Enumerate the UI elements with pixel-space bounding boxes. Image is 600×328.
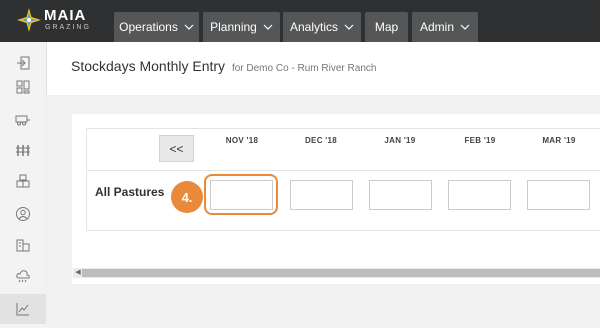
chart-icon[interactable] [0, 294, 46, 324]
buildings-icon[interactable] [0, 230, 46, 260]
chevron-down-icon [184, 24, 194, 30]
tab-analytics[interactable]: Analytics [283, 12, 361, 42]
scroll-left-icon[interactable]: ◀ [74, 267, 82, 277]
step-badge: 4. [171, 181, 203, 213]
stockdays-input[interactable] [290, 180, 353, 210]
brand-tagline: GRAZING [45, 24, 91, 31]
tab-admin-label: Admin [419, 20, 454, 34]
chevron-down-icon [344, 24, 354, 30]
previous-months-button[interactable]: << [159, 135, 194, 162]
tab-map[interactable]: Map [365, 12, 408, 42]
boxes-icon[interactable] [0, 166, 46, 196]
month-header: JAN '19 [384, 136, 416, 145]
tab-planning-label: Planning [210, 20, 257, 34]
tab-map-label: Map [374, 20, 399, 34]
livestock-trailer-icon[interactable] [0, 104, 46, 134]
chevron-down-icon [460, 24, 470, 30]
weather-icon[interactable] [0, 261, 46, 291]
highlight-ring [204, 174, 278, 215]
stockdays-input[interactable] [448, 180, 511, 210]
stockdays-input[interactable] [527, 180, 590, 210]
maia-logo[interactable]: MAIA GRAZING [16, 5, 110, 37]
tab-operations[interactable]: Operations [114, 12, 199, 42]
tab-operations-label: Operations [119, 20, 178, 34]
grid-row-divider [86, 170, 600, 171]
row-label-all-pastures: All Pastures [95, 185, 165, 199]
sidebar [0, 42, 47, 328]
fence-icon[interactable] [0, 135, 46, 165]
page-subtitle: for Demo Co - Rum River Ranch [231, 63, 377, 74]
tab-analytics-label: Analytics [289, 20, 339, 34]
chevron-down-icon [263, 24, 273, 30]
top-nav: MAIA GRAZING Operations Planning Analyti… [0, 0, 600, 42]
tab-planning[interactable]: Planning [203, 12, 280, 42]
dashboard-icon[interactable] [0, 72, 46, 102]
star-logo-icon [17, 8, 41, 32]
month-header: FEB '19 [464, 136, 496, 145]
tab-admin[interactable]: Admin [412, 12, 478, 42]
stockdays-input[interactable] [369, 180, 432, 210]
page-title-text: Stockdays Monthly Entry [71, 58, 226, 74]
scrollbar-thumb[interactable] [82, 269, 600, 277]
page-title: Stockdays Monthly Entry for Demo Co - Ru… [71, 58, 376, 74]
brand-name: MAIA [44, 7, 87, 24]
month-header: DEC '18 [304, 136, 337, 145]
month-header: NOV '18 [225, 136, 259, 145]
user-icon[interactable] [0, 199, 46, 229]
month-header: MAR '19 [542, 136, 576, 145]
